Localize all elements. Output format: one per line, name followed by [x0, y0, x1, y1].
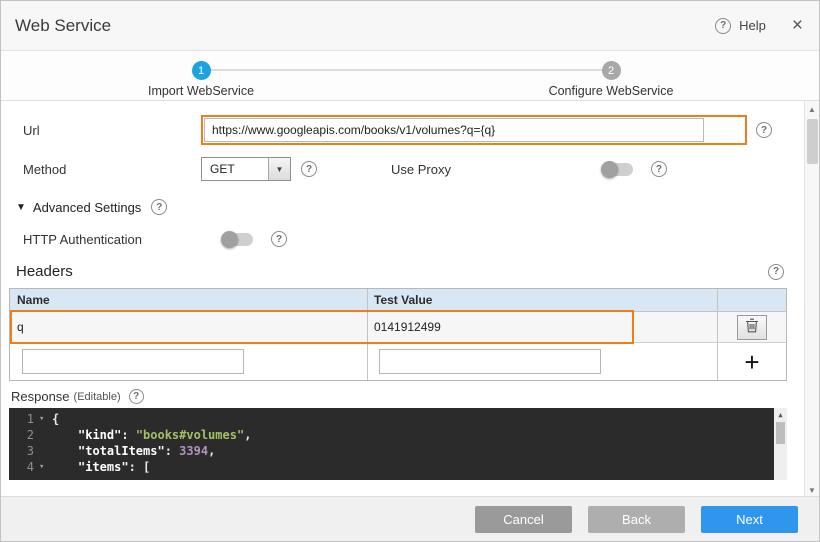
table-row-new: +	[10, 343, 786, 380]
step1-label: Import WebService	[121, 84, 281, 98]
step2-label: Configure WebService	[531, 84, 691, 98]
editor-scrollbar[interactable]: ▲	[774, 408, 787, 480]
help-link[interactable]: Help	[739, 18, 766, 33]
add-row-button[interactable]: +	[744, 349, 759, 375]
use-proxy-help-icon[interactable]: ?	[651, 161, 667, 177]
step-import-webservice[interactable]: 1 Import WebService	[121, 61, 281, 98]
fold-icon[interactable]: ▾	[39, 459, 52, 475]
dialog-footer: Cancel Back Next	[1, 496, 819, 541]
advanced-settings-toggle[interactable]: ▼ Advanced Settings ?	[16, 199, 804, 215]
response-help-icon[interactable]: ?	[129, 389, 144, 404]
code-token: "books#volumes"	[136, 428, 244, 442]
step1-circle: 1	[192, 61, 211, 80]
delete-row-button[interactable]	[737, 315, 767, 340]
header-test-value[interactable]: 0141912499	[368, 312, 718, 342]
headers-section-title: Headers	[16, 263, 73, 280]
url-input[interactable]	[204, 118, 704, 142]
code-token: 3394	[179, 444, 208, 458]
code-token: [	[143, 460, 150, 474]
line-number: 1	[9, 411, 39, 427]
fold-icon[interactable]: ▾	[39, 411, 52, 427]
wizard-stepper: 1 Import WebService 2 Configure WebServi…	[1, 51, 819, 101]
page-title: Web Service	[15, 16, 111, 36]
method-help-icon[interactable]: ?	[301, 161, 317, 177]
url-input-highlight	[201, 115, 747, 145]
http-auth-toggle-knob	[221, 231, 238, 248]
advanced-settings-help-icon[interactable]: ?	[151, 199, 167, 215]
column-header-actions	[718, 289, 786, 311]
url-help-icon[interactable]: ?	[756, 122, 772, 138]
step-configure-webservice[interactable]: 2 Configure WebService	[531, 61, 691, 98]
response-code-editor[interactable]: 1 ▾ { 2 "kind": "books#volumes", 3 "tota…	[9, 408, 787, 480]
header-name-value[interactable]: q	[10, 312, 368, 342]
column-header-name: Name	[10, 289, 368, 311]
new-header-name-input[interactable]	[22, 349, 244, 374]
new-header-test-value-input[interactable]	[379, 349, 601, 374]
content-scrollbar[interactable]: ▲ ▼	[804, 101, 819, 498]
use-proxy-toggle-knob	[601, 161, 618, 178]
http-auth-label: HTTP Authentication	[9, 232, 201, 247]
chevron-down-icon[interactable]: ▼	[268, 158, 290, 180]
line-number: 3	[9, 443, 39, 459]
http-auth-help-icon[interactable]: ?	[271, 231, 287, 247]
code-token: "totalItems"	[78, 444, 165, 458]
dialog-content: Url ? Method GET ▼ ? Use Proxy ?	[1, 101, 819, 498]
headers-help-icon[interactable]: ?	[768, 264, 784, 280]
scrollbar-thumb[interactable]	[807, 119, 818, 164]
response-editable-note: (Editable)	[74, 391, 121, 403]
http-auth-toggle[interactable]	[223, 233, 253, 246]
table-row[interactable]: q 0141912499	[10, 312, 786, 343]
advanced-settings-label: Advanced Settings	[33, 200, 141, 215]
editor-scroll-up-icon[interactable]: ▲	[774, 408, 787, 421]
collapse-triangle-icon: ▼	[16, 202, 26, 213]
method-select[interactable]: GET ▼	[201, 157, 291, 181]
code-token: "items"	[78, 460, 129, 474]
help-icon[interactable]: ?	[715, 18, 731, 34]
url-label: Url	[9, 123, 201, 138]
step2-circle: 2	[602, 61, 621, 80]
line-number: 4	[9, 459, 39, 475]
use-proxy-label: Use Proxy	[391, 162, 451, 177]
cancel-button[interactable]: Cancel	[475, 506, 572, 533]
headers-table-header: Name Test Value	[10, 289, 786, 312]
column-header-test-value: Test Value	[368, 289, 718, 311]
method-label: Method	[9, 162, 201, 177]
line-number: 2	[9, 427, 39, 443]
editor-scrollbar-thumb[interactable]	[776, 422, 785, 444]
use-proxy-toggle[interactable]	[603, 163, 633, 176]
method-selected-value: GET	[202, 158, 268, 180]
next-button[interactable]: Next	[701, 506, 798, 533]
headers-table: Name Test Value q 0141912499	[9, 288, 787, 381]
close-icon[interactable]: ×	[792, 16, 803, 35]
scroll-up-icon[interactable]: ▲	[805, 101, 819, 117]
trash-icon	[745, 318, 759, 336]
code-token: "kind"	[78, 428, 121, 442]
dialog-header: Web Service ? Help ×	[1, 1, 819, 51]
web-service-dialog: Web Service ? Help × 1 Import WebService…	[0, 0, 820, 542]
back-button[interactable]: Back	[588, 506, 685, 533]
code-token: {	[52, 412, 59, 426]
response-label: Response	[11, 389, 70, 404]
